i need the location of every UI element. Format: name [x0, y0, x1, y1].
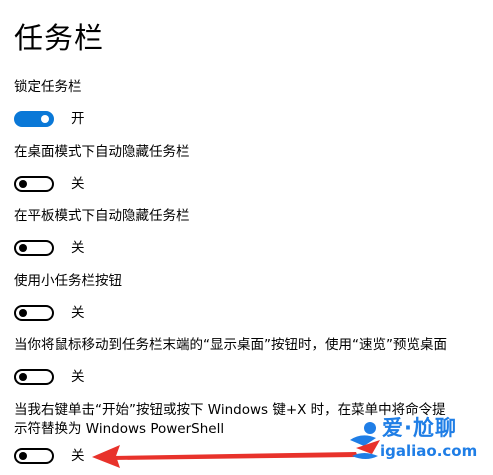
- setting-label: 锁定任务栏: [14, 79, 82, 95]
- setting-label: 当你将鼠标移动到任务栏末端的“显示桌面”按钮时，使用“速览”预览桌面: [14, 337, 447, 353]
- toggle-state-label: 关: [71, 175, 85, 192]
- toggle-row: 关: [14, 173, 484, 195]
- toggle-state-label: 关: [71, 304, 85, 321]
- toggle-knob: [19, 452, 27, 460]
- setting-label: 使用小任务栏按钮: [14, 273, 122, 289]
- setting-autohide-desktop: 在桌面模式下自动隐藏任务栏 关: [14, 143, 484, 195]
- arrow-shaft: [112, 452, 358, 460]
- lock-taskbar-toggle[interactable]: [14, 111, 54, 127]
- setting-label: 在桌面模式下自动隐藏任务栏: [14, 144, 190, 160]
- autohide-tablet-toggle[interactable]: [14, 240, 54, 256]
- small-buttons-toggle[interactable]: [14, 305, 54, 321]
- setting-lock-taskbar: 锁定任务栏 开: [14, 78, 484, 130]
- toggle-state-label: 关: [71, 239, 85, 256]
- setting-small-buttons: 使用小任务栏按钮 关: [14, 272, 484, 324]
- powershell-replace-toggle[interactable]: [14, 448, 54, 464]
- watermark-brand: 爱·尬聊: [382, 416, 457, 440]
- setting-peek-desktop: 当你将鼠标移动到任务栏末端的“显示桌面”按钮时，使用“速览”预览桌面 关: [14, 336, 484, 388]
- toggle-knob: [19, 244, 27, 252]
- toggle-knob: [19, 309, 27, 317]
- page-title: 任务栏: [14, 21, 105, 55]
- toggle-row: 关: [14, 302, 484, 324]
- red-arrow-annotation: [92, 445, 358, 468]
- watermark-url: igaliao.com: [380, 442, 478, 460]
- setting-autohide-tablet: 在平板模式下自动隐藏任务栏 关: [14, 207, 484, 259]
- setting-label: 在平板模式下自动隐藏任务栏: [14, 208, 190, 224]
- toggle-knob: [41, 115, 49, 123]
- watermark: 爱·尬聊 igaliao.com: [346, 410, 486, 470]
- arrow-head: [92, 445, 120, 468]
- toggle-state-label: 关: [71, 368, 85, 385]
- toggle-state-label: 关: [71, 447, 85, 464]
- peek-desktop-toggle[interactable]: [14, 369, 54, 385]
- toggle-knob: [19, 180, 27, 188]
- toggle-state-label: 开: [71, 110, 85, 127]
- taskbar-settings-page: 任务栏 锁定任务栏 开 在桌面模式下自动隐藏任务栏 关 在平板模式下自动隐藏任务…: [0, 0, 493, 475]
- toggle-row: 关: [14, 366, 484, 388]
- toggle-knob: [19, 373, 27, 381]
- autohide-desktop-toggle[interactable]: [14, 176, 54, 192]
- toggle-row: 开: [14, 108, 484, 130]
- toggle-row: 关: [14, 237, 484, 259]
